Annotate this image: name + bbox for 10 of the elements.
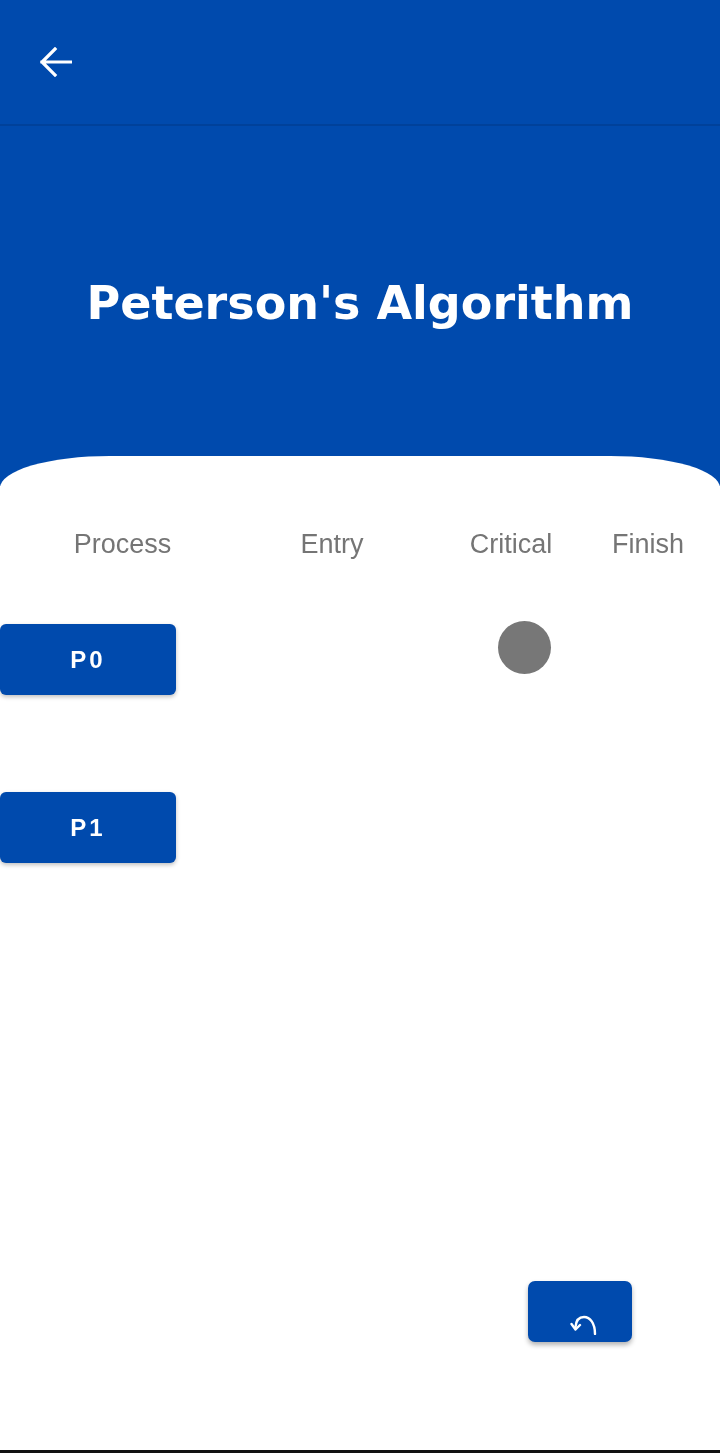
column-header: Finish [611, 529, 685, 559]
process-button[interactable]: P0 [0, 624, 176, 695]
column-header: Entry [299, 529, 365, 559]
column-header: Critical [468, 529, 554, 559]
page-title: Peterson's Algorithm [85, 276, 635, 331]
column-header: Process [72, 529, 173, 559]
undo-icon [570, 1313, 598, 1335]
back-arrow-icon[interactable] [40, 47, 72, 77]
undo-button[interactable] [528, 1281, 632, 1342]
process-button[interactable]: P1 [0, 792, 176, 863]
